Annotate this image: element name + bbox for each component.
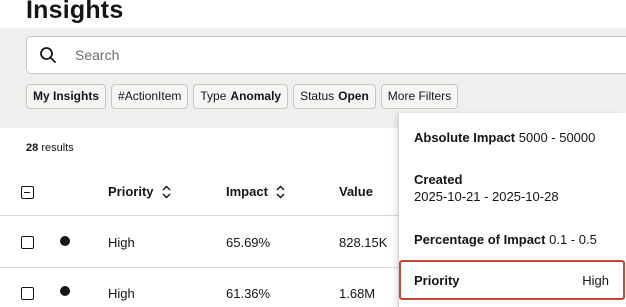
filter-value: 0.1 - 0.5 [549,232,597,247]
filter-chips: My Insights #ActionItem Type Anomaly Sta… [26,84,459,109]
search-icon [40,47,56,63]
cell-impact: 65.69% [226,235,271,250]
chip-my-insights[interactable]: My Insights [26,84,107,109]
filter-created[interactable]: Created 2025-10-21 - 2025-10-28 [414,171,559,205]
filter-label: Priority [414,273,460,288]
cell-priority: High [108,286,135,301]
chip-type[interactable]: Type Anomaly [193,84,289,109]
cell-value: 828.15K [339,235,388,250]
column-header-priority[interactable]: Priority [108,184,171,199]
column-header-impact[interactable]: Impact [226,184,285,199]
filter-label: Percentage of Impact [414,232,546,247]
chip-more-filters[interactable]: More Filters [380,84,459,109]
more-filters-panel: Absolute Impact 5000 - 50000 Created 202… [398,113,626,307]
results-number: 28 [26,142,39,154]
column-label: Value [339,184,373,199]
sort-icon [162,185,171,198]
filter-value: High [582,273,609,288]
results-label: results [41,142,74,154]
sort-icon [276,185,285,198]
chip-status[interactable]: Status Open [293,84,376,109]
chip-label: My Insights [33,89,100,103]
chip-action-item[interactable]: #ActionItem [111,84,189,109]
cell-priority: High [108,235,135,250]
cell-impact: 61.36% [226,286,271,301]
row-checkbox[interactable] [21,287,34,300]
filter-value: 2025-10-21 - 2025-10-28 [414,189,559,204]
filter-percentage-impact[interactable]: Percentage of Impact 0.1 - 0.5 [414,232,597,247]
results-count: 28 results [26,142,74,154]
search-input[interactable] [75,37,615,73]
cell-value: 1.68M [339,286,376,301]
filter-label: Absolute Impact [414,130,516,145]
filter-priority[interactable]: Priority High [399,260,625,300]
filter-absolute-impact[interactable]: Absolute Impact 5000 - 50000 [414,130,595,145]
status-dot-icon [60,236,70,246]
filter-value: 5000 - 50000 [518,130,596,145]
chip-label: Type [200,89,227,103]
status-dot-icon [60,286,70,296]
column-header-value[interactable]: Value [339,184,373,199]
chip-label: Status [300,89,335,103]
column-label: Impact [226,184,268,199]
row-checkbox[interactable] [21,236,34,249]
select-all-checkbox[interactable] [21,186,34,199]
page-title: Insights [26,0,124,24]
chip-value: Open [338,89,369,103]
chip-label: More Filters [387,89,452,103]
column-label: Priority [108,184,154,199]
filter-label: Created [414,172,463,187]
chip-value: Anomaly [230,89,282,103]
chip-label: #ActionItem [118,89,182,103]
search-box[interactable] [26,36,626,74]
